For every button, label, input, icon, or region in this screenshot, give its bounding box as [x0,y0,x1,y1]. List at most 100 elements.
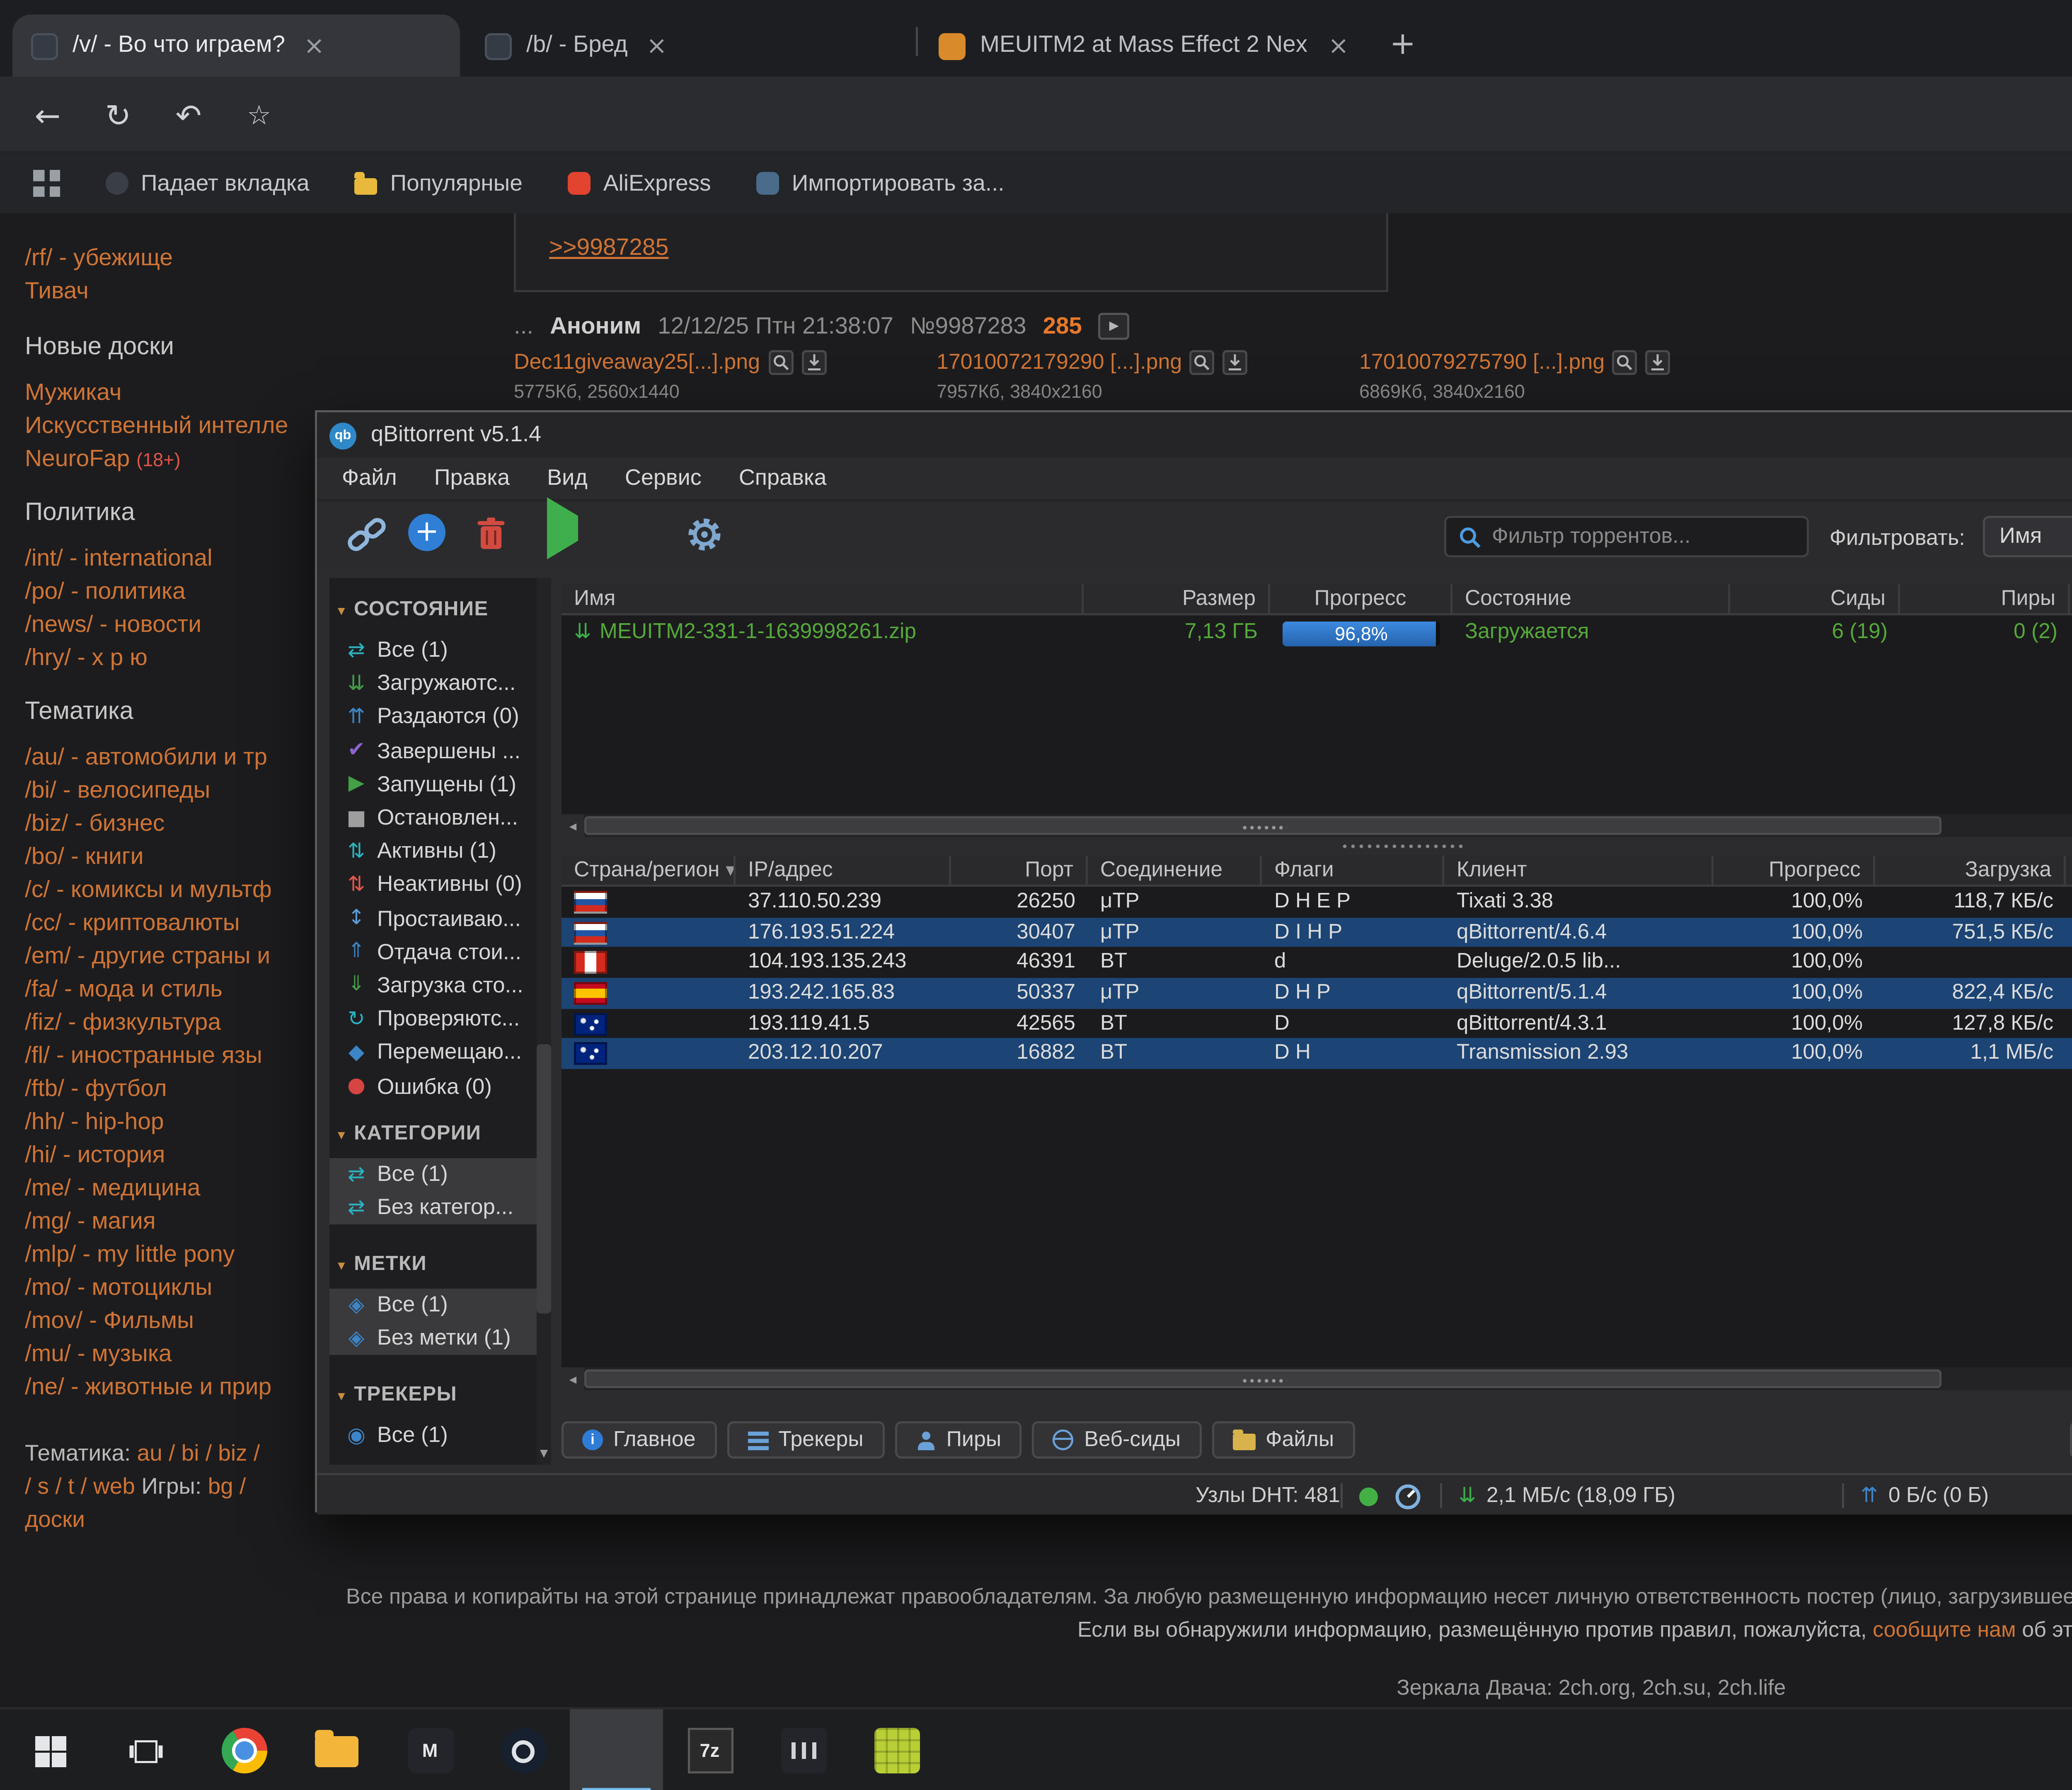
speed-limits-gauge-icon[interactable] [1394,1481,1421,1510]
status-filter-item[interactable]: ▶ Запущены (1) [329,768,537,802]
tab-b-board[interactable]: /b/ - Бред × [466,15,912,77]
section-header[interactable]: ▾КАТЕГОРИИ [329,1123,537,1146]
sidebar-scrollbar[interactable]: ▼ [537,578,551,1465]
board-link[interactable]: /mg/ - магия [25,1206,336,1239]
bottom-link-part[interactable]: / s / t / web [25,1475,141,1500]
board-link[interactable]: /cc/ - криптовалюты [25,907,336,941]
scrollbar-thumb[interactable] [584,816,1941,835]
tab-v-board[interactable]: /v/ - Во что играем? × [12,15,460,77]
file-link[interactable]: 17010072179290 [...].png [937,351,1182,374]
tab-nexus[interactable]: MEUITM2 at Mass Effect 2 Nex... × [920,15,1368,77]
status-filter-item[interactable]: ✔ Завершены ... [329,735,537,768]
board-link[interactable]: /fiz/ - физкультура [25,1007,336,1040]
menu-item[interactable]: Правка [416,466,528,491]
category-filter-item[interactable]: ⇄ Все (1) [329,1158,537,1192]
peer-row[interactable]: 104.193.135.243 46391 BT d Deluge/2.0.5 … [562,948,2072,978]
file-link[interactable]: 17010079275790 [...].png [1359,351,1605,374]
board-link[interactable]: /int/ - international [25,543,336,576]
column-header[interactable]: Пиры [1900,583,2070,614]
board-link[interactable]: /mlp/ - my little pony [25,1239,336,1272]
taskbar-app[interactable] [477,1709,570,1790]
board-link[interactable]: /mu/ - музыка [25,1338,336,1372]
taskbar-app[interactable]: M [383,1709,477,1790]
board-link[interactable]: /fl/ - иностранные язы [25,1040,336,1073]
board-link[interactable]: /bo/ - книги [25,841,336,874]
board-link[interactable]: Тивач [25,276,336,309]
column-header[interactable]: Флаги [1262,855,1444,886]
tab-general[interactable]: iГлавное [562,1421,716,1459]
tag-filter-item[interactable]: ◈ Без метки (1) [329,1322,537,1356]
column-header[interactable]: Сиды [1730,583,1900,614]
torrent-row[interactable]: ⇊MEUITM2-331-1-1639998261.zip 7,13 ГБ 96… [562,615,2072,651]
taskbar-app[interactable]: 7z [663,1709,756,1790]
options-gear-icon[interactable] [684,514,725,561]
peer-row[interactable]: 193.242.165.83 50337 μTP D H P qBittorre… [562,978,2072,1008]
board-link[interactable]: /news/ - новости [25,609,336,642]
apps-grid-icon[interactable] [33,170,60,197]
magnifier-icon[interactable] [1190,350,1215,375]
board-link[interactable]: /rf/ - убежище [25,242,336,276]
filter-by-dropdown[interactable]: Имя ▾ [1983,516,2072,557]
board-link[interactable]: /c/ - комиксы и мультф [25,874,336,907]
taskbar-app[interactable] [850,1709,943,1790]
bookmark-star-icon[interactable]: ☆ [236,93,282,139]
tab-close-icon[interactable]: × [1328,31,1349,60]
reply-link[interactable]: >>9987285 [549,236,668,261]
tracker-filter-item[interactable]: ◉ Все (1) [329,1419,537,1453]
qbt-minimize-button[interactable]: – [2053,412,2072,458]
board-link-neurofap[interactable]: NeuroFap (18+) [25,443,336,477]
tab-files[interactable]: Файлы [1212,1421,1355,1459]
back-icon[interactable]: ← [25,93,70,139]
menu-item[interactable]: Сервис [606,466,720,491]
start-button[interactable] [0,1709,99,1790]
status-filter-item[interactable]: ⇊ Загружаютс... [329,668,537,701]
board-link[interactable]: /em/ - другие страны и [25,941,336,974]
scrollbar-thumb[interactable] [537,1044,551,1313]
bottom-link-part[interactable]: au / bi / biz / [137,1442,260,1467]
column-header[interactable]: Загрузка [2070,583,2072,614]
download-icon[interactable] [1646,350,1671,375]
tab-close-icon[interactable]: × [304,31,324,60]
board-link[interactable]: /bi/ - велосипеды [25,775,336,808]
bookmark-item[interactable]: AliExpress [568,171,711,196]
bookmark-item[interactable]: Падает вкладка [106,171,310,196]
tab-trackers[interactable]: Трекеры [727,1421,884,1459]
scroll-left-arrow-icon[interactable]: ◂ [562,814,584,837]
magnifier-icon[interactable] [1613,350,1638,375]
connection-status-icon[interactable] [1359,1481,1378,1510]
board-link[interactable]: /mov/ - Фильмы [25,1305,336,1338]
board-link[interactable]: Мужикач [25,377,336,410]
status-filter-item[interactable]: ⇅ Активны (1) [329,835,537,869]
column-header[interactable]: Клиент [1444,855,1714,886]
board-link[interactable]: /hh/ - hip-hop [25,1106,336,1139]
board-link[interactable]: /au/ - автомобили и тр [25,742,336,775]
tab-close-icon[interactable]: × [646,31,667,60]
status-filter-item[interactable]: ⇓ Загрузка сто... [329,969,537,1003]
status-filter-item[interactable]: ◆ Перемещаю... [329,1036,537,1070]
footer-part[interactable]: Если вы обнаружили информацию, размещённ… [1077,1620,1873,1643]
post-reply-count[interactable]: 285 [1043,314,1082,339]
bottom-link-part[interactable]: bg / [208,1475,246,1500]
section-header[interactable]: ▾ТРЕКЕРЫ [329,1384,537,1407]
column-header[interactable]: Имя [562,583,1084,614]
taskbar-app[interactable]: qb [570,1709,663,1790]
torrent-filter-box[interactable] [1444,516,1809,557]
category-filter-item[interactable]: ⇄ Без категор... [329,1192,537,1225]
task-view-button[interactable] [99,1709,191,1790]
status-filter-item[interactable]: ● Ошибка (0) [329,1070,537,1103]
magnifier-icon[interactable] [768,350,793,375]
column-header-country[interactable]: Страна/регион▼ [562,855,736,886]
column-header[interactable]: IP/адрес [736,855,951,886]
bookmark-item[interactable]: Импортировать за... [757,171,1005,196]
status-filter-item[interactable]: ⇄ Все (1) [329,634,537,668]
expand-post-icon[interactable]: ▶ [1099,313,1130,340]
board-link[interactable]: /me/ - медицина [25,1173,336,1206]
taskbar-app[interactable] [290,1709,383,1790]
reload-icon[interactable]: ↻ [95,93,141,139]
status-filter-item[interactable]: ■ Остановлен... [329,802,537,835]
tab-speed[interactable]: Скорость [2070,1421,2072,1459]
horizontal-scrollbar[interactable]: ◂ ▸ [562,1367,2072,1390]
column-header[interactable]: Размер [1084,583,1270,614]
delete-torrent-icon[interactable] [470,514,512,561]
download-icon[interactable] [1223,350,1248,375]
